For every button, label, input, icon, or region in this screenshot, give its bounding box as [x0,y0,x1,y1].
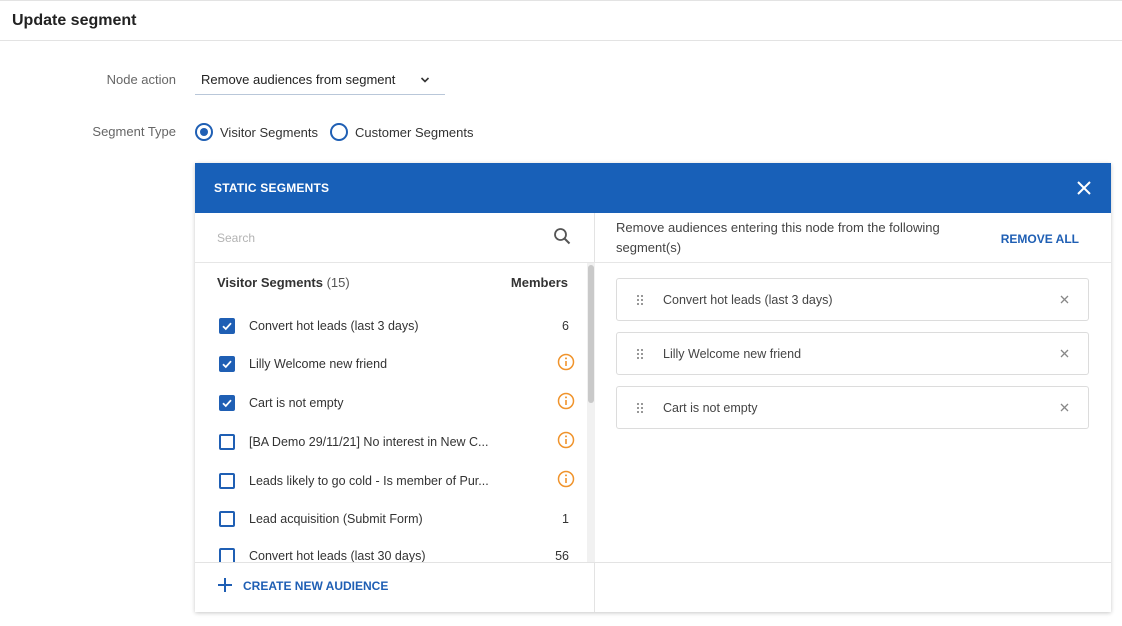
drag-handle-icon[interactable] [636,402,644,414]
page-title: Update segment [12,12,137,29]
member-count: 1 [562,512,569,526]
selected-description: Remove audiences entering this node from… [616,220,940,255]
drag-handle-icon[interactable] [636,294,644,306]
create-label: CREATE NEW AUDIENCE [243,579,389,593]
members-header: Members [510,275,568,290]
page-header: Update segment [0,0,1122,41]
selected-segment-chip: Convert hot leads (last 3 days) [616,278,1089,321]
info-icon[interactable] [557,470,575,488]
list-header: Visitor Segments (15) Members [217,275,568,295]
member-count: 56 [555,549,569,562]
remove-icon[interactable] [1059,348,1070,359]
close-icon[interactable] [1075,179,1093,197]
segment-list: Convert hot leads (last 3 days) 6 Lilly … [195,309,587,562]
radio-label: Visitor Segments [220,125,319,140]
item-label: Convert hot leads (last 30 days) [249,549,426,562]
selected-header: Remove audiences entering this node from… [595,213,1111,263]
search-bar [195,213,595,263]
plus-icon [218,578,232,592]
static-segments-panel: STATIC SEGMENTS Visitor Segments (15) Me… [195,163,1111,612]
chip-label: Lilly Welcome new friend [663,347,802,361]
list-item[interactable]: [BA Demo 29/11/21] No interest in New C.… [195,425,587,463]
remove-icon[interactable] [1059,402,1070,413]
radio-circle [195,123,213,141]
info-icon[interactable] [557,353,575,371]
checkmark-icon [222,360,232,369]
radio-customer-segments[interactable]: Customer Segments [330,122,474,142]
node-action-value: Remove audiences from segment [201,72,396,87]
radio-label: Customer Segments [355,125,474,140]
checkbox[interactable] [219,318,235,334]
list-item[interactable]: Convert hot leads (last 3 days) 6 [195,309,587,347]
chip-label: Convert hot leads (last 3 days) [663,293,833,307]
item-label: [BA Demo 29/11/21] No interest in New C.… [249,435,489,449]
list-item[interactable]: Leads likely to go cold - Is member of P… [195,464,587,502]
scrollbar-thumb[interactable] [588,265,594,403]
panel-header: STATIC SEGMENTS [195,163,1111,213]
selected-segments-column: Remove audiences entering this node from… [595,213,1111,612]
selected-footer [595,562,1111,612]
drag-handle-icon[interactable] [636,348,644,360]
list-scrollbar[interactable] [587,263,595,562]
checkbox[interactable] [219,395,235,411]
item-label: Lilly Welcome new friend [249,357,388,371]
checkbox[interactable] [219,434,235,450]
search-icon[interactable] [553,227,571,245]
node-action-select[interactable]: Remove audiences from segment [195,64,445,95]
checkbox[interactable] [219,548,235,562]
remove-all-button[interactable]: REMOVE ALL [1001,232,1079,246]
segment-list-column: Visitor Segments (15) Members Convert ho… [195,213,595,612]
checkbox[interactable] [219,511,235,527]
radio-visitor-segments[interactable]: Visitor Segments [195,122,320,142]
item-label: Lead acquisition (Submit Form) [249,512,423,526]
selected-segment-chip: Lilly Welcome new friend [616,332,1089,375]
info-icon[interactable] [557,392,575,410]
remove-icon[interactable] [1059,294,1070,305]
checkbox[interactable] [219,473,235,489]
list-item[interactable]: Lilly Welcome new friend [195,347,587,385]
checkbox[interactable] [219,356,235,372]
chip-label: Cart is not empty [663,401,758,415]
node-action-label: Node action [106,72,176,87]
selected-segment-chip: Cart is not empty [616,386,1089,429]
list-title: Visitor Segments (15) [217,275,350,290]
list-item[interactable]: Convert hot leads (last 30 days) 56 [195,539,587,562]
list-footer: CREATE NEW AUDIENCE [195,562,595,612]
segment-type-label: Segment Type [92,124,176,139]
checkmark-icon [222,399,232,408]
item-label: Leads likely to go cold - Is member of P… [249,474,489,488]
radio-circle [330,123,348,141]
member-count: 6 [562,319,569,333]
checkmark-icon [222,322,232,331]
item-label: Cart is not empty [249,396,344,410]
chevron-down-icon [420,77,430,83]
panel-title: STATIC SEGMENTS [214,181,330,195]
list-item[interactable]: Lead acquisition (Submit Form) 1 [195,502,587,540]
info-icon[interactable] [557,431,575,449]
list-item[interactable]: Cart is not empty [195,386,587,424]
item-label: Convert hot leads (last 3 days) [249,319,419,333]
list-count: (15) [326,275,350,290]
search-input[interactable] [215,227,535,249]
